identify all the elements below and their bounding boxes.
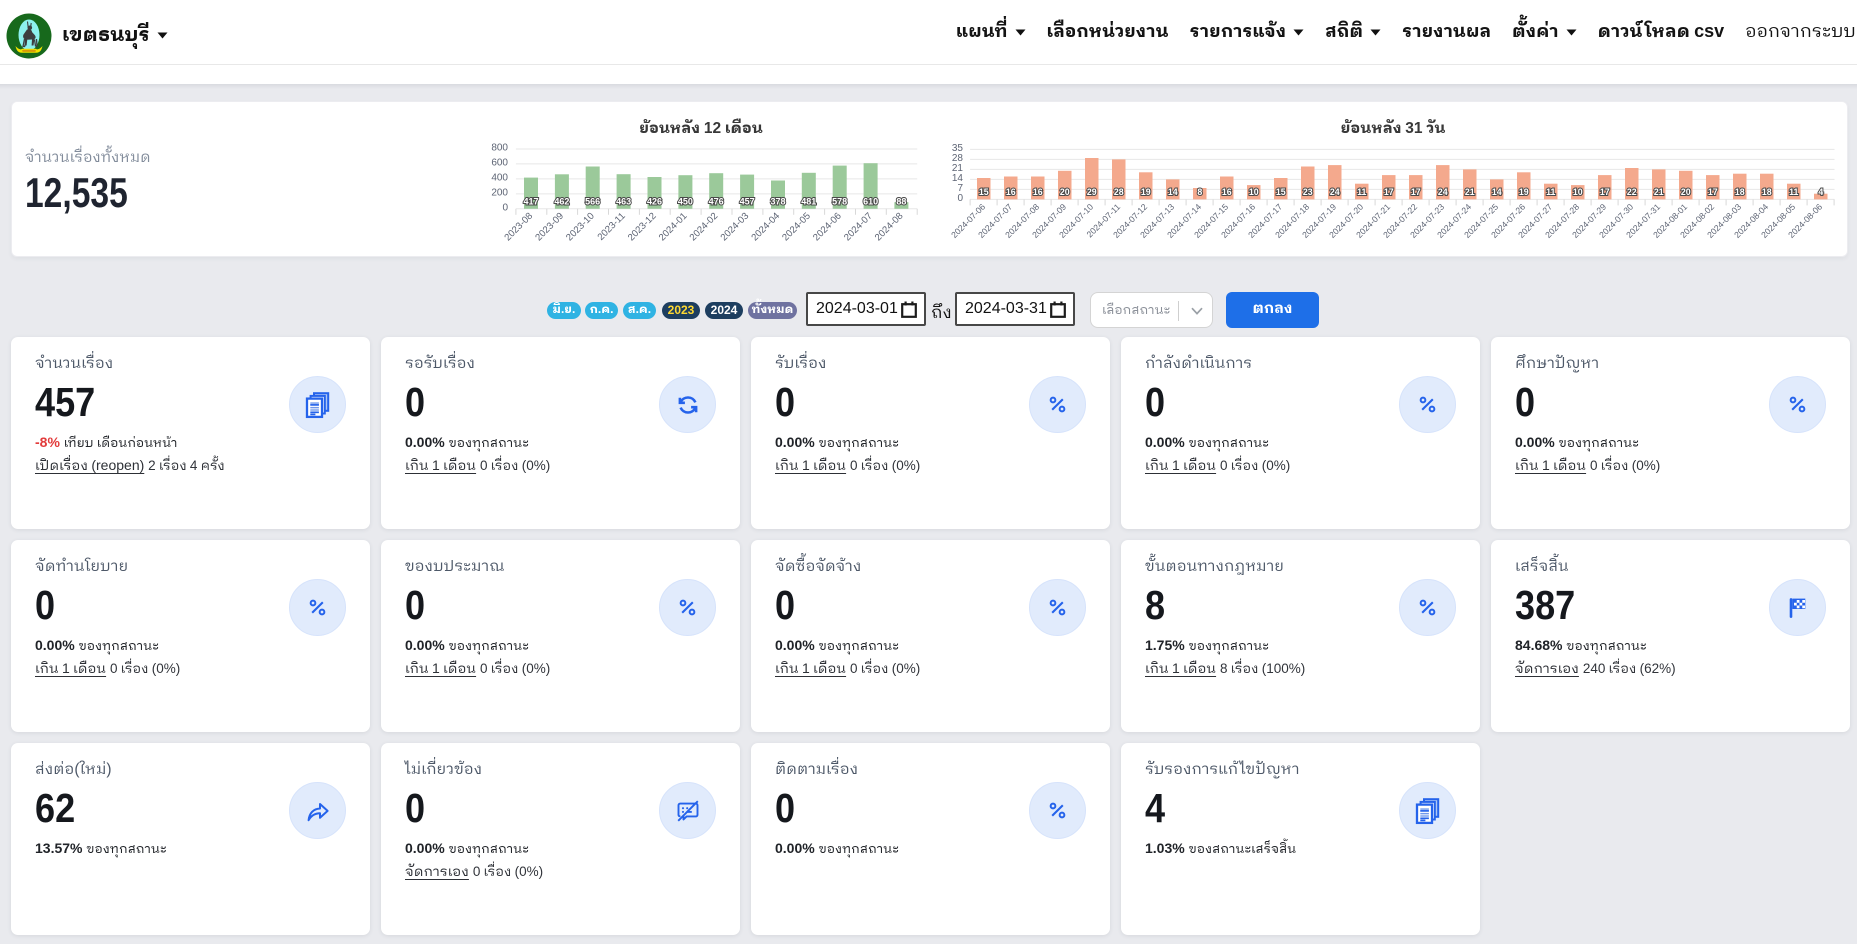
svg-text:417: 417: [523, 196, 538, 206]
svg-text:2024-04: 2024-04: [749, 210, 782, 243]
svg-text:457: 457: [740, 196, 755, 206]
svg-text:0: 0: [502, 202, 508, 213]
svg-text:2024-03: 2024-03: [719, 211, 752, 244]
svg-text:16: 16: [1222, 187, 1232, 197]
svg-text:426: 426: [647, 196, 662, 206]
svg-text:20: 20: [1681, 187, 1691, 197]
svg-text:10: 10: [1249, 187, 1259, 197]
svg-text:21: 21: [1465, 187, 1475, 197]
svg-text:23: 23: [1303, 187, 1313, 197]
svg-text:88: 88: [896, 196, 906, 206]
svg-text:14: 14: [1492, 187, 1502, 197]
svg-text:29: 29: [1087, 187, 1097, 197]
svg-text:16: 16: [1033, 187, 1043, 197]
svg-text:2024-05: 2024-05: [780, 211, 813, 244]
svg-text:2024-06: 2024-06: [811, 211, 844, 244]
svg-text:17: 17: [1708, 187, 1718, 197]
svg-text:800: 800: [491, 143, 508, 154]
svg-text:578: 578: [832, 196, 847, 206]
svg-text:24: 24: [1330, 187, 1340, 197]
svg-text:0: 0: [957, 193, 963, 204]
svg-text:2024-01: 2024-01: [657, 211, 690, 244]
svg-text:17: 17: [1600, 187, 1610, 197]
svg-text:600: 600: [491, 157, 508, 168]
svg-text:21: 21: [1654, 187, 1664, 197]
svg-text:2023-10: 2023-10: [564, 211, 597, 244]
svg-text:450: 450: [678, 196, 693, 206]
svg-text:18: 18: [1762, 187, 1772, 197]
svg-text:378: 378: [770, 196, 785, 206]
svg-text:610: 610: [863, 196, 878, 206]
svg-text:200: 200: [491, 187, 508, 198]
svg-text:19: 19: [1141, 187, 1151, 197]
svg-text:2023-08: 2023-08: [502, 211, 535, 244]
svg-text:18: 18: [1735, 187, 1745, 197]
svg-text:481: 481: [801, 196, 816, 206]
svg-text:14: 14: [1168, 187, 1178, 197]
svg-text:24: 24: [1438, 187, 1448, 197]
svg-text:11: 11: [1546, 187, 1555, 197]
svg-text:11: 11: [1357, 187, 1366, 197]
svg-text:20: 20: [1060, 187, 1070, 197]
svg-text:15: 15: [979, 187, 989, 197]
svg-text:400: 400: [491, 172, 508, 183]
svg-text:2024-08: 2024-08: [873, 211, 906, 244]
svg-text:11: 11: [1789, 187, 1798, 197]
svg-text:16: 16: [1006, 187, 1016, 197]
svg-text:19: 19: [1519, 187, 1529, 197]
svg-text:4: 4: [1818, 187, 1823, 197]
svg-text:10: 10: [1573, 187, 1583, 197]
svg-text:22: 22: [1627, 187, 1637, 197]
svg-text:8: 8: [1197, 187, 1202, 197]
svg-text:ย้อนหลัง 12 เดือน: ย้อนหลัง 12 เดือน: [639, 117, 764, 142]
svg-text:2024-07: 2024-07: [842, 211, 875, 244]
svg-text:17: 17: [1384, 187, 1394, 197]
svg-text:463: 463: [616, 196, 631, 206]
svg-text:28: 28: [1114, 187, 1124, 197]
svg-text:462: 462: [554, 196, 569, 206]
svg-text:15: 15: [1276, 187, 1286, 197]
svg-text:ย้อนหลัง 31 วัน: ย้อนหลัง 31 วัน: [1341, 117, 1447, 142]
svg-text:17: 17: [1411, 187, 1421, 197]
svg-text:2024-02: 2024-02: [688, 211, 721, 244]
svg-text:2023-09: 2023-09: [533, 211, 566, 244]
svg-text:2023-11: 2023-11: [596, 211, 628, 243]
svg-text:476: 476: [709, 196, 724, 206]
svg-text:2023-12: 2023-12: [626, 211, 659, 244]
svg-text:566: 566: [585, 196, 600, 206]
